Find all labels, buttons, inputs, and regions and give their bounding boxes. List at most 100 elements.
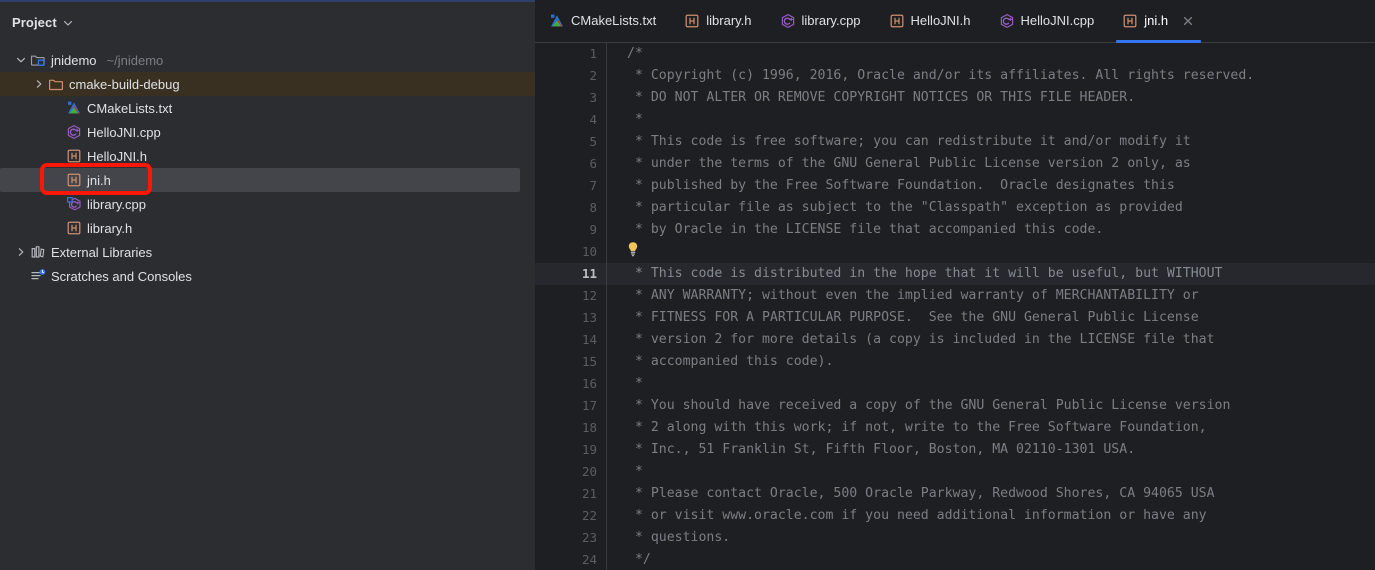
tree-item-hellojni-h[interactable]: HelloJNI.h bbox=[0, 144, 535, 168]
editor-tab-label: library.h bbox=[706, 13, 752, 29]
tree-item-external-libraries[interactable]: External Libraries bbox=[0, 240, 535, 264]
tree-item-jni-h[interactable]: jni.h bbox=[0, 168, 520, 192]
cmake-file-icon bbox=[549, 13, 564, 28]
chevron-right-icon[interactable] bbox=[14, 245, 28, 259]
code-line[interactable]: * by Oracle in the LICENSE file that acc… bbox=[607, 219, 1375, 241]
line-number[interactable]: 3 bbox=[535, 87, 606, 109]
tree-twisty-placeholder bbox=[50, 197, 64, 211]
code-line[interactable]: */ bbox=[607, 549, 1375, 570]
project-tool-window-header[interactable]: Project bbox=[0, 0, 535, 44]
line-number[interactable]: 1 bbox=[535, 43, 606, 65]
editor-tab-cmakelists-txt[interactable]: CMakeLists.txt bbox=[535, 0, 670, 42]
lightbulb-icon[interactable] bbox=[626, 241, 640, 257]
code-line[interactable]: * You should have received a copy of the… bbox=[607, 395, 1375, 417]
tree-item-hellojni-cpp[interactable]: HelloJNI.cpp bbox=[0, 120, 535, 144]
tree-item-label: library.h bbox=[87, 220, 133, 236]
cpp-source-file-icon bbox=[999, 13, 1014, 29]
tree-item-label: HelloJNI.cpp bbox=[87, 124, 161, 140]
editor-tab-bar[interactable]: CMakeLists.txt library.h library.cpp Hel… bbox=[535, 0, 1375, 43]
chevron-down-icon[interactable] bbox=[63, 18, 73, 28]
tree-item-label: jnidemo bbox=[51, 52, 97, 68]
code-line[interactable]: * under the terms of the GNU General Pub… bbox=[607, 153, 1375, 175]
code-line[interactable]: * particular file as subject to the "Cla… bbox=[607, 197, 1375, 219]
cpp-source-library-file-icon bbox=[66, 196, 82, 212]
tree-twisty-placeholder bbox=[14, 269, 28, 283]
code-area[interactable]: 1 2 3 4 5 6 7 8 9 10 11 12 13 14 15 16 17 18 19 20 21 22 23 24 … bbox=[535, 42, 1375, 570]
code-line[interactable]: * ANY WARRANTY; without even the implied… bbox=[607, 285, 1375, 307]
editor-tab-label: HelloJNI.cpp bbox=[1020, 13, 1095, 29]
tree-item-cmakelists-txt[interactable]: CMakeLists.txt bbox=[0, 96, 535, 120]
tree-item-label: HelloJNI.h bbox=[87, 148, 147, 164]
line-number[interactable]: 15 bbox=[535, 351, 606, 373]
editor-tab-library-h[interactable]: library.h bbox=[670, 0, 765, 42]
tree-item-cmake-build-debug[interactable]: cmake-build-debug bbox=[0, 72, 535, 96]
code-line[interactable]: * bbox=[607, 461, 1375, 483]
ide-window: Project jnidemo ~/jnidemo cmake-build-deb… bbox=[0, 0, 1375, 570]
tree-twisty-placeholder bbox=[50, 125, 64, 139]
editor-tab-jni-h[interactable]: jni.h bbox=[1108, 0, 1209, 43]
editor-tab-hellojni-h[interactable]: HelloJNI.h bbox=[875, 0, 985, 42]
line-number[interactable]: 8 bbox=[535, 197, 606, 219]
line-number[interactable]: 20 bbox=[535, 461, 606, 483]
code-line[interactable] bbox=[607, 241, 1375, 263]
line-number[interactable]: 14 bbox=[535, 329, 606, 351]
close-icon[interactable] bbox=[1181, 14, 1195, 28]
line-number[interactable]: 5 bbox=[535, 131, 606, 153]
tree-item-library-cpp[interactable]: library.cpp bbox=[0, 192, 535, 216]
project-sidebar: Project jnidemo ~/jnidemo cmake-build-deb… bbox=[0, 0, 535, 570]
project-file-tree[interactable]: jnidemo ~/jnidemo cmake-build-debug CMake… bbox=[0, 44, 535, 288]
code-line[interactable]: * DO NOT ALTER OR REMOVE COPYRIGHT NOTIC… bbox=[607, 87, 1375, 109]
tree-item-label: jni.h bbox=[87, 172, 111, 188]
code-line[interactable]: * Inc., 51 Franklin St, Fifth Floor, Bos… bbox=[607, 439, 1375, 461]
line-number[interactable]: 2 bbox=[535, 65, 606, 87]
line-number[interactable]: 4 bbox=[535, 109, 606, 131]
chevron-right-icon[interactable] bbox=[32, 77, 46, 91]
line-number[interactable]: 6 bbox=[535, 153, 606, 175]
code-line[interactable]: * Copyright (c) 1996, 2016, Oracle and/o… bbox=[607, 65, 1375, 87]
line-number[interactable]: 19 bbox=[535, 439, 606, 461]
code-text-area[interactable]: /* * Copyright (c) 1996, 2016, Oracle an… bbox=[607, 42, 1375, 570]
line-number[interactable]: 22 bbox=[535, 505, 606, 527]
line-number[interactable]: 9 bbox=[535, 219, 606, 241]
code-line[interactable]: * or visit www.oracle.com if you need ad… bbox=[607, 505, 1375, 527]
code-line[interactable]: * accompanied this code). bbox=[607, 351, 1375, 373]
code-line[interactable]: * This code is free software; you can re… bbox=[607, 131, 1375, 153]
line-number[interactable]: 24 bbox=[535, 549, 606, 570]
line-number[interactable]: 11 bbox=[535, 262, 606, 285]
code-line[interactable]: * published by the Free Software Foundat… bbox=[607, 175, 1375, 197]
code-line[interactable]: * 2 along with this work; if not, write … bbox=[607, 417, 1375, 439]
line-number[interactable]: 21 bbox=[535, 483, 606, 505]
code-line[interactable]: * version 2 for more details (a copy is … bbox=[607, 329, 1375, 351]
code-line[interactable]: * bbox=[607, 373, 1375, 395]
editor-tab-library-cpp[interactable]: library.cpp bbox=[766, 0, 875, 42]
line-number[interactable]: 23 bbox=[535, 527, 606, 549]
code-line[interactable]: * questions. bbox=[607, 527, 1375, 549]
code-line[interactable]: /* bbox=[607, 43, 1375, 65]
line-number[interactable]: 7 bbox=[535, 175, 606, 197]
code-line[interactable]: * FITNESS FOR A PARTICULAR PURPOSE. See … bbox=[607, 307, 1375, 329]
editor-tab-hellojni-cpp[interactable]: HelloJNI.cpp bbox=[985, 0, 1109, 42]
tree-item-jnidemo[interactable]: jnidemo ~/jnidemo bbox=[0, 48, 535, 72]
chevron-down-icon[interactable] bbox=[14, 53, 28, 67]
line-number[interactable]: 13 bbox=[535, 307, 606, 329]
header-file-icon bbox=[684, 13, 699, 28]
line-number[interactable]: 16 bbox=[535, 373, 606, 395]
code-line[interactable]: * bbox=[607, 109, 1375, 131]
line-number[interactable]: 10 bbox=[535, 241, 606, 263]
line-number[interactable]: 12 bbox=[535, 285, 606, 307]
tree-item-path-hint: ~/jnidemo bbox=[106, 52, 164, 68]
editor-tab-label: CMakeLists.txt bbox=[571, 13, 657, 29]
code-line[interactable]: * Please contact Oracle, 500 Oracle Park… bbox=[607, 483, 1375, 505]
tree-item-library-h[interactable]: library.h bbox=[0, 216, 535, 240]
tree-item-label: library.cpp bbox=[87, 196, 147, 212]
tree-item-scratches-and-consoles[interactable]: Scratches and Consoles bbox=[0, 264, 535, 288]
header-file-icon bbox=[889, 13, 904, 28]
editor-tab-label: library.cpp bbox=[801, 13, 861, 29]
line-number[interactable]: 18 bbox=[535, 417, 606, 439]
scratches-icon bbox=[30, 268, 46, 284]
line-number[interactable]: 17 bbox=[535, 395, 606, 417]
tree-twisty-placeholder bbox=[50, 173, 64, 187]
code-line[interactable]: * This code is distributed in the hope t… bbox=[607, 262, 1375, 285]
external-libraries-icon bbox=[30, 244, 46, 260]
line-number-gutter[interactable]: 1 2 3 4 5 6 7 8 9 10 11 12 13 14 15 16 17 18 19 20 21 22 23 24 bbox=[535, 42, 607, 570]
